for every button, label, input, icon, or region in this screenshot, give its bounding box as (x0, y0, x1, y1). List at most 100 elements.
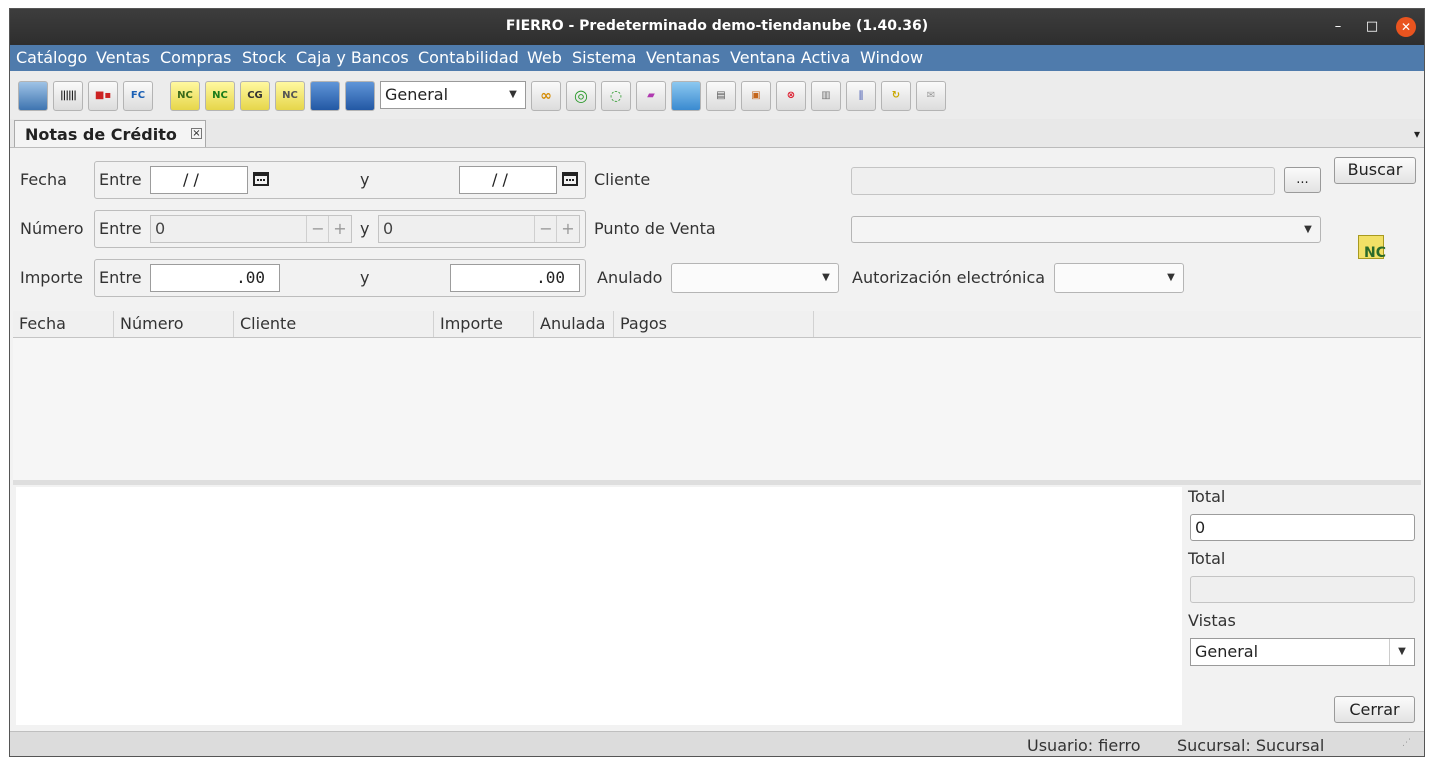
window-title: FIERRO - Predeterminado demo-tiendanube … (505, 18, 929, 34)
menu-window[interactable]: Window (860, 48, 923, 67)
cliente-field[interactable] (851, 167, 1275, 195)
vistas-select[interactable]: General ▼ (1190, 638, 1415, 666)
target-icon[interactable]: ◎ (566, 81, 596, 111)
chevron-down-icon: ▼ (1304, 224, 1312, 235)
numero-label: Número (20, 219, 84, 238)
fecha-label: Fecha (20, 170, 67, 189)
menu-ventanas[interactable]: Ventanas (646, 48, 720, 67)
menu-caja-bancos[interactable]: Caja y Bancos (296, 48, 409, 67)
printer-icon[interactable]: ▤ (706, 81, 736, 111)
split-divider[interactable] (13, 480, 1421, 485)
app-window: FIERRO - Predeterminado demo-tiendanube … (9, 8, 1425, 757)
list-view-icon[interactable] (310, 81, 340, 111)
menu-ventas[interactable]: Ventas (96, 48, 150, 67)
menu-stock[interactable]: Stock (242, 48, 286, 67)
credit-note-2-icon[interactable]: NC (275, 81, 305, 111)
status-bar: Usuario: fierro Sucursal: Sucursal ⋰ (10, 731, 1424, 756)
menu-web[interactable]: Web (527, 48, 562, 67)
calendar-icon[interactable] (562, 172, 578, 186)
numero-to-field[interactable]: 0 − + (378, 215, 580, 243)
punto-venta-select[interactable]: ▼ (851, 216, 1321, 243)
table-header: Fecha Número Cliente Importe Anulada Pag… (13, 311, 1421, 338)
punto-venta-label: Punto de Venta (594, 219, 716, 238)
column-numero[interactable]: Número (114, 311, 234, 337)
menu-sistema[interactable]: Sistema (572, 48, 636, 67)
fecha-y-label: y (360, 170, 370, 189)
importe-label: Importe (20, 268, 83, 287)
cg-icon[interactable]: CG (240, 81, 270, 111)
image-icon[interactable] (671, 81, 701, 111)
close-window-button[interactable]: ✕ (1396, 17, 1416, 37)
total-2-field[interactable] (1190, 576, 1415, 603)
column-fecha[interactable]: Fecha (13, 311, 114, 337)
column-cliente[interactable]: Cliente (234, 311, 434, 337)
truck-icon[interactable]: ■▪ (88, 81, 118, 111)
barcode-icon[interactable]: |||||| (53, 81, 83, 111)
column-importe[interactable]: Importe (434, 311, 534, 337)
invoice-fc-icon[interactable]: FC (123, 81, 153, 111)
toolbar: |||||| ■▪ FC NC NC CG NC General ▼ ∞ ◎ ◌… (10, 71, 1424, 120)
maximize-button[interactable]: □ (1362, 17, 1382, 37)
status-usuario: Usuario: fierro (1027, 736, 1141, 755)
chevron-down-icon: ▼ (509, 89, 517, 100)
anulado-label: Anulado (597, 268, 663, 287)
title-bar: FIERRO - Predeterminado demo-tiendanube … (10, 9, 1424, 45)
tab-menu-icon[interactable]: ▾ (1414, 127, 1420, 141)
total-field[interactable]: 0 (1190, 514, 1415, 541)
total-2-label: Total (1188, 549, 1226, 568)
fecha-to-field[interactable]: / / (459, 166, 557, 194)
menu-contabilidad[interactable]: Contabilidad (418, 48, 519, 67)
tab-bar: Notas de Crédito × ▾ (10, 119, 1424, 148)
eraser-icon[interactable]: ▰ (636, 81, 666, 111)
tab-notas-de-credito[interactable]: Notas de Crédito × (14, 120, 206, 147)
mail-icon[interactable]: ✉ (916, 81, 946, 111)
chevron-down-icon: ▼ (1167, 272, 1175, 283)
chevron-down-icon: ▼ (822, 272, 830, 283)
menu-ventana-activa[interactable]: Ventana Activa (730, 48, 850, 67)
increment-icon[interactable]: + (328, 216, 351, 242)
importe-entre-label: Entre (99, 268, 142, 287)
view-select[interactable]: General ▼ (380, 81, 526, 109)
link-icon[interactable]: ∞ (531, 81, 561, 111)
autorizacion-select[interactable]: ▼ (1054, 263, 1184, 293)
buscar-button[interactable]: Buscar (1334, 157, 1416, 184)
column-anulada[interactable]: Anulada (534, 311, 614, 337)
print-icon[interactable]: ▥ (811, 81, 841, 111)
refresh-icon[interactable]: ↻ (881, 81, 911, 111)
menu-compras[interactable]: Compras (160, 48, 231, 67)
column-pagos[interactable]: Pagos (614, 311, 814, 337)
resize-grip-icon[interactable]: ⋰ (1402, 738, 1411, 748)
results-table-body[interactable] (13, 338, 1421, 480)
cliente-browse-button[interactable]: ... (1284, 167, 1321, 193)
importe-y-label: y (360, 268, 370, 287)
numero-from-field[interactable]: 0 − + (150, 215, 352, 243)
calendar-icon[interactable] (253, 172, 269, 186)
delete-icon[interactable]: ⊗ (776, 81, 806, 111)
decrement-icon[interactable]: − (306, 216, 329, 242)
cerrar-button[interactable]: Cerrar (1334, 696, 1415, 723)
attach-icon[interactable]: ∥ (846, 81, 876, 111)
view-select-value: General (385, 85, 449, 104)
toggle-icon[interactable]: ◌ (601, 81, 631, 111)
menu-bar: Catálogo Ventas Compras Stock Caja y Ban… (10, 45, 1424, 71)
autorizacion-label: Autorización electrónica (852, 268, 1046, 287)
status-sucursal: Sucursal: Sucursal (1177, 736, 1325, 755)
credit-note-green-icon[interactable]: NC (205, 81, 235, 111)
total-label: Total (1188, 487, 1226, 506)
importe-from-field[interactable]: .00 (150, 264, 280, 292)
cliente-label: Cliente (594, 170, 651, 189)
save-icon[interactable]: ▣ (741, 81, 771, 111)
anulado-select[interactable]: ▼ (671, 263, 839, 293)
decrement-icon[interactable]: − (534, 216, 557, 242)
numero-y-label: y (360, 219, 370, 238)
importe-to-field[interactable]: .00 (450, 264, 580, 292)
list-view-2-icon[interactable] (345, 81, 375, 111)
book-icon[interactable] (18, 81, 48, 111)
close-tab-icon[interactable]: × (191, 128, 202, 139)
increment-icon[interactable]: + (556, 216, 579, 242)
minimize-button[interactable]: – (1328, 17, 1348, 37)
credit-note-icon[interactable]: NC (170, 81, 200, 111)
fecha-from-field[interactable]: / / (150, 166, 248, 194)
menu-catalogo[interactable]: Catálogo (16, 48, 87, 67)
vistas-label: Vistas (1188, 611, 1236, 630)
